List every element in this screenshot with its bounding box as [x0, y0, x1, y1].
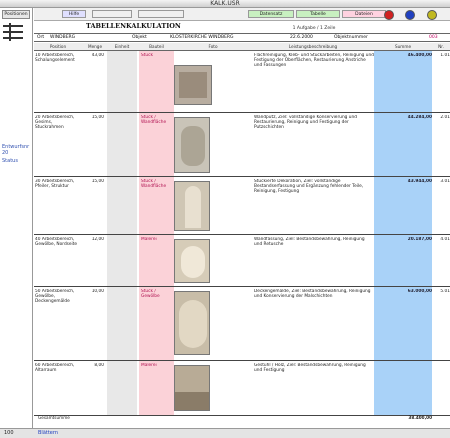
toolbar-button-2[interactable]	[92, 10, 132, 18]
part-cell[interactable]: Stuck / Wandfläche	[141, 115, 171, 125]
total-label: Gesamtsumme	[38, 415, 70, 420]
row-photo[interactable]	[174, 291, 210, 355]
layout-grid-icon[interactable]	[3, 23, 23, 41]
date-value[interactable]: 22.6.2000	[290, 34, 313, 42]
object-number-value[interactable]: 003	[429, 34, 438, 42]
position-cell[interactable]: 20 Arbeitsbereich, Gesims, Stuckrahmen	[35, 115, 81, 131]
position-cell[interactable]: 30 Arbeitsbereich, Pfeiler, Struktur	[35, 179, 81, 189]
quantity-cell[interactable]: 43,00	[84, 53, 104, 58]
number-cell[interactable]: 1.01	[434, 53, 450, 58]
quantity-cell[interactable]: 15,00	[84, 179, 104, 184]
column-header-quantity: Menge	[87, 44, 103, 49]
object-label: Objekt	[132, 35, 147, 40]
number-cell[interactable]: 4.01	[434, 237, 450, 242]
position-cell[interactable]: 10 Arbeitsbereich, Schalungselement	[35, 53, 81, 63]
sum-cell[interactable]: 20.187,00	[374, 237, 432, 242]
column-header-unit: Einheit	[114, 44, 130, 49]
row-photo[interactable]	[174, 239, 210, 283]
quantity-cell[interactable]: 8,00	[84, 363, 104, 368]
yellow-button-icon[interactable]	[427, 10, 437, 20]
description-cell[interactable]: Stuckierte Dekoration, Ziel: vollständig…	[254, 179, 374, 195]
sum-cell[interactable]: 43.944,00	[374, 179, 432, 184]
table-button[interactable]: Tabelle	[296, 10, 340, 18]
mode-indicator[interactable]: Blättern	[38, 429, 58, 438]
spreadsheet-area: TABELLENKALKULATION 1 Aufgabe / 1 Zeile …	[34, 21, 450, 428]
table-row[interactable]: 60 Arbeitsbereich, Altarraum 8,00 Malere…	[34, 361, 450, 416]
header-info-row: Ort WINDBERG Objekt KLOSTERKIRCHE WINDBE…	[34, 33, 450, 42]
description-cell[interactable]: Wandfassung, Ziel: Bestandsbewahrung, Re…	[254, 237, 374, 247]
sidebar-header[interactable]: Positionen	[2, 10, 30, 19]
part-cell[interactable]: Malerei	[141, 363, 171, 368]
row-photo[interactable]	[174, 117, 210, 173]
application-window: KALK.USR Positionen Entwurfsnr 20 Status…	[0, 0, 450, 438]
red-button-icon[interactable]	[384, 10, 394, 20]
description-cell[interactable]: Deckengemälde, Ziel: Bestandsbewahrung, …	[254, 289, 374, 299]
row-photo[interactable]	[174, 181, 210, 231]
table-row[interactable]: 20 Arbeitsbereich, Gesims, Stuckrahmen 1…	[34, 113, 450, 177]
part-cell[interactable]: Stuck / Wandfläche	[141, 179, 171, 189]
table-row[interactable]: 50 Arbeitsbereich, Gewölbe, Deckengemäld…	[34, 287, 450, 361]
window-title: KALK.USR	[210, 0, 240, 7]
column-header-sum: Summe	[394, 44, 412, 49]
position-cell[interactable]: 40 Arbeitsbereich, Gewölbe, Nordseite	[35, 237, 81, 247]
record-button[interactable]: Datensatz	[248, 10, 294, 18]
number-cell[interactable]: 3.01	[434, 179, 450, 184]
quantity-cell[interactable]: 12,00	[84, 237, 104, 242]
description-cell[interactable]: Wandputz, Ziel: vollständige Konservieru…	[254, 115, 374, 131]
draft-number-value: 20	[2, 150, 9, 156]
location-label: Ort	[37, 35, 45, 40]
zoom-level[interactable]: 100	[4, 429, 14, 438]
object-number-label: Objektnummer	[334, 35, 368, 40]
sum-cell[interactable]: 44.284,00	[374, 115, 432, 120]
quantity-cell[interactable]: 15,00	[84, 115, 104, 120]
title-bar: KALK.USR	[0, 0, 450, 8]
description-cell[interactable]: Gestühl / Holz, Ziel: Bestandsbewahrung,…	[254, 363, 374, 373]
help-button[interactable]: Hilfe	[62, 10, 86, 18]
column-header-description: Leistungsbeschreibung	[288, 44, 338, 49]
number-cell[interactable]: 2.01	[434, 115, 450, 120]
part-cell[interactable]: Malerei	[141, 237, 171, 242]
column-header-photo: Foto	[208, 44, 218, 49]
status-bar: 100 Blättern	[0, 428, 450, 438]
status-label: Status	[2, 158, 18, 164]
row-photo[interactable]	[174, 65, 212, 105]
status-sidebar: Positionen Entwurfsnr 20 Status	[0, 8, 33, 428]
position-cell[interactable]: 60 Arbeitsbereich, Altarraum	[35, 363, 81, 373]
table-row[interactable]: 30 Arbeitsbereich, Pfeiler, Struktur 15,…	[34, 177, 450, 235]
location-value[interactable]: WINDBERG	[50, 34, 75, 42]
files-button[interactable]: Dateien	[342, 10, 386, 18]
total-value: 38.400,00	[408, 415, 432, 420]
table-row[interactable]: 40 Arbeitsbereich, Gewölbe, Nordseite 12…	[34, 235, 450, 287]
column-header-position: Position	[49, 44, 67, 49]
page-title: TABELLENKALKULATION	[86, 22, 181, 30]
blue-button-icon[interactable]	[405, 10, 415, 20]
object-value[interactable]: KLOSTERKIRCHE WINDBERG	[170, 34, 234, 42]
column-header-part: Bauteil	[149, 44, 164, 49]
sum-cell[interactable]: 46.400,00	[374, 53, 432, 58]
part-cell[interactable]: Stuck / Gewölbe	[141, 289, 171, 299]
table-row[interactable]: 10 Arbeitsbereich, Schalungselement 43,0…	[34, 51, 450, 113]
toolbar-button-3[interactable]	[138, 10, 184, 18]
toolbar: Hilfe Datensatz Tabelle Dateien	[34, 8, 450, 21]
column-header-number: Nr.	[438, 44, 444, 49]
position-cell[interactable]: 50 Arbeitsbereich, Gewölbe, Deckengemäld…	[35, 289, 81, 305]
part-cell[interactable]: Stuck	[141, 53, 171, 58]
column-header-row: Position Menge Einheit Bauteil Foto Leis…	[34, 43, 450, 51]
number-cell[interactable]: 5.01	[434, 289, 450, 294]
table-footer: Gesamtsumme 38.400,00	[34, 415, 450, 421]
row-photo[interactable]	[174, 365, 210, 411]
description-cell[interactable]: Flachreinigung, Kleb- und Stuckarbeiten,…	[254, 53, 374, 69]
page-subtitle: 1 Aufgabe / 1 Zeile	[292, 26, 336, 31]
quantity-cell[interactable]: 10,00	[84, 289, 104, 294]
sum-cell[interactable]: 63.000,00	[374, 289, 432, 294]
